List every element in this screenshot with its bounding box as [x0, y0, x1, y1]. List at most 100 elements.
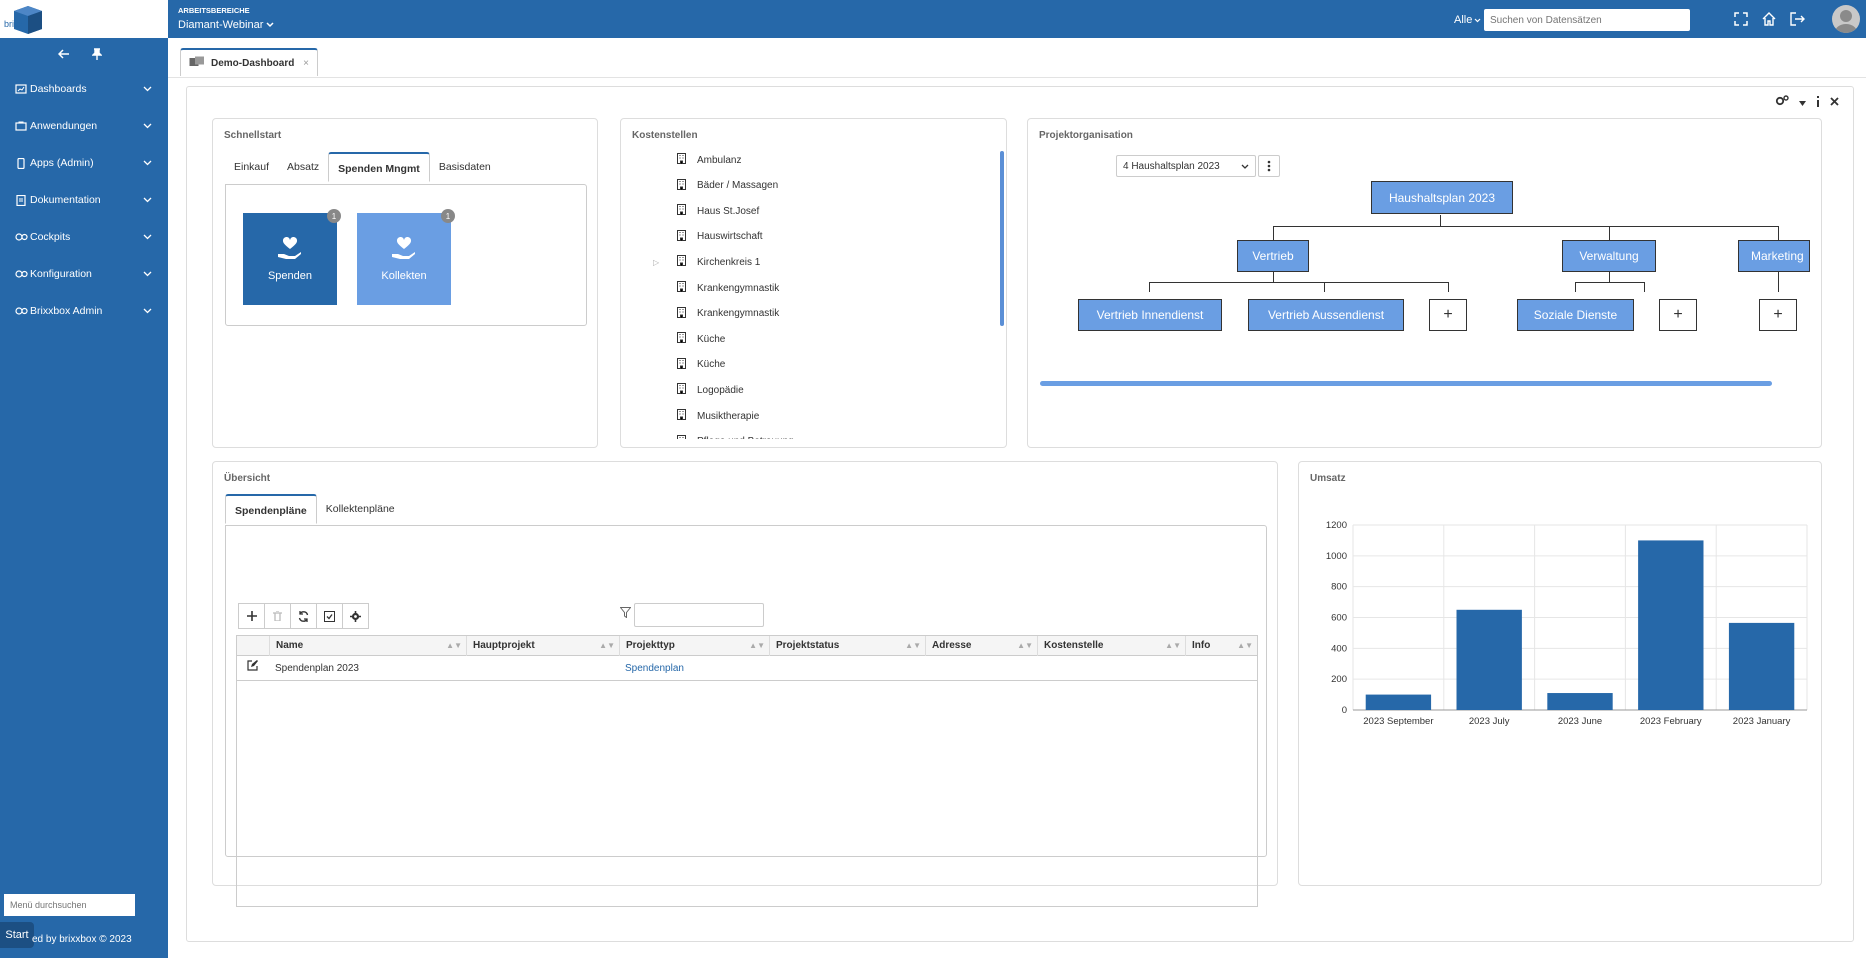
cell-info	[1185, 656, 1191, 681]
panel-title: Kostenstellen	[632, 130, 698, 141]
sidebar-item-dashboards[interactable]: Dashboards	[0, 74, 168, 104]
filter-input[interactable]	[634, 603, 764, 627]
org-node-verwaltung[interactable]: Verwaltung	[1562, 240, 1656, 272]
y-tick-label: 800	[1331, 582, 1347, 593]
building-icon	[677, 229, 686, 244]
cell-name: Spendenplan 2023	[275, 663, 359, 674]
collapse-arrow-icon[interactable]	[57, 48, 70, 63]
add-button[interactable]	[238, 603, 265, 629]
tree-item-label: Küche	[697, 359, 726, 371]
brixxbox-logo[interactable]: brixx	[4, 2, 56, 36]
sidebar-item-apps-admin[interactable]: Apps (Admin)	[0, 148, 168, 178]
y-tick-label: 1000	[1326, 551, 1347, 562]
data-grid: Name ▲▼ Hauptprojekt ▲▼ Projekttyp ▲▼ Proje…	[236, 635, 1258, 907]
close-icon[interactable]	[1830, 96, 1839, 109]
caret-down-icon[interactable]	[1799, 97, 1806, 109]
y-tick-label: 1200	[1326, 520, 1347, 531]
fullscreen-icon[interactable]	[1732, 11, 1750, 27]
start-button[interactable]: Start	[0, 922, 34, 948]
settings-gears-icon[interactable]	[1775, 95, 1789, 110]
chevron-down-icon	[266, 19, 274, 31]
tab-spendenplaene[interactable]: Spendenpläne	[225, 494, 317, 524]
table-row[interactable]: Spendenplan 2023 Spendenplan	[237, 656, 1257, 681]
mobile-icon	[14, 157, 28, 169]
user-avatar[interactable]	[1832, 5, 1860, 33]
bar[interactable]	[1638, 540, 1704, 710]
org-node-root[interactable]: Haushaltsplan 2023	[1371, 181, 1513, 214]
delete-button[interactable]	[264, 603, 291, 629]
column-header-kostenstelle[interactable]: Kostenstelle ▲▼	[1037, 636, 1185, 656]
column-header-info[interactable]: Info ▲▼	[1185, 636, 1257, 656]
bar[interactable]	[1365, 694, 1432, 710]
home-icon[interactable]	[1760, 11, 1778, 27]
chevron-down-icon	[143, 83, 152, 95]
umsatz-bar-chart: 0 200 400 600 800 1000 1200 2023 September 2023 …	[1326, 520, 1808, 727]
column-header-hauptprojekt[interactable]: Hauptprojekt ▲▼	[466, 636, 619, 656]
sidebar-item-dokumentation[interactable]: Dokumentation	[0, 185, 168, 215]
building-icon	[677, 383, 686, 397]
logout-icon[interactable]	[1788, 11, 1806, 27]
chevron-down-icon	[143, 194, 152, 206]
document-tab-bar: Demo-Dashboard ×	[168, 38, 1866, 78]
tab-absatz[interactable]: Absatz	[278, 152, 328, 182]
tile-label: Spenden	[267, 269, 313, 282]
tree-item-label: Musiktherapie	[697, 410, 760, 422]
add-node-button[interactable]: +	[1759, 299, 1797, 331]
column-header-projektstatus[interactable]: Projektstatus ▲▼	[769, 636, 925, 656]
sidebar-item-konfiguration[interactable]: Konfiguration	[0, 259, 168, 289]
sidebar-item-brixxbox-admin[interactable]: Brixxbox Admin	[0, 296, 168, 326]
column-header-adresse[interactable]: Adresse ▲▼	[925, 636, 1037, 656]
org-node-vertrieb-aussendienst[interactable]: Vertrieb Aussendienst	[1248, 299, 1404, 331]
add-node-button[interactable]: +	[1429, 299, 1467, 331]
tab-einkauf[interactable]: Einkauf	[225, 152, 278, 182]
panel-title: Schnellstart	[224, 130, 282, 141]
tile-spenden[interactable]: Spenden 1	[243, 209, 341, 305]
search-input[interactable]	[1484, 9, 1690, 31]
add-node-button[interactable]: +	[1659, 299, 1697, 331]
pin-icon[interactable]	[91, 48, 103, 63]
tab-spenden-mngmt[interactable]: Spenden Mngmt	[328, 152, 430, 182]
bar[interactable]	[1728, 622, 1795, 710]
bar[interactable]	[1547, 693, 1613, 710]
select-all-button[interactable]	[316, 603, 343, 629]
settings-button[interactable]	[342, 603, 369, 629]
org-node-vertrieb[interactable]: Vertrieb	[1237, 240, 1309, 272]
tile-kollekten[interactable]: Kollekten 1	[357, 209, 455, 305]
bar[interactable]	[1456, 609, 1522, 710]
refresh-button[interactable]	[290, 603, 317, 629]
building-icon	[677, 178, 686, 193]
tab-kollektenplaene[interactable]: Kollektenpläne	[317, 494, 404, 524]
expand-arrow-icon[interactable]: ▷	[653, 258, 659, 267]
menu-search-input[interactable]	[4, 894, 135, 916]
column-header-name[interactable]: Name ▲▼	[269, 636, 466, 656]
uebersicht-tabs: Spendenpläne Kollektenpläne	[225, 494, 404, 524]
tab-demo-dashboard[interactable]: Demo-Dashboard ×	[180, 48, 318, 76]
close-tab-icon[interactable]: ×	[303, 58, 309, 69]
schnellstart-tabs: Einkauf Absatz Spenden Mngmt Basisdaten	[225, 152, 500, 182]
more-options-button[interactable]	[1258, 155, 1280, 177]
panel-uebersicht: Übersicht Spendenpläne Kollektenpläne Na…	[212, 461, 1278, 907]
workspace-selector[interactable]: Diamant-Webinar	[178, 19, 274, 31]
cell-projekttyp[interactable]: Spendenplan	[619, 656, 684, 681]
horizontal-scrollbar[interactable]	[1040, 381, 1772, 386]
chevron-down-icon	[143, 305, 152, 317]
sidebar-item-cockpits[interactable]: Cockpits	[0, 222, 168, 252]
org-node-marketing[interactable]: Marketing	[1738, 240, 1810, 272]
tab-basisdaten[interactable]: Basisdaten	[430, 152, 500, 182]
tab-label: Demo-Dashboard	[211, 57, 295, 69]
edit-icon[interactable]	[241, 656, 258, 681]
tree-item-label: Ambulanz	[697, 154, 742, 166]
sidebar-item-anwendungen[interactable]: Anwendungen	[0, 111, 168, 141]
chevron-down-icon	[143, 231, 152, 243]
org-node-vertrieb-innendienst[interactable]: Vertrieb Innendienst	[1078, 299, 1222, 331]
org-node-soziale-dienste[interactable]: Soziale Dienste	[1517, 299, 1634, 331]
column-header-projekttyp[interactable]: Projekttyp ▲▼	[619, 636, 769, 656]
building-icon	[677, 409, 686, 423]
tile-label: Kollekten	[381, 269, 427, 282]
haushaltsplan-select[interactable]: 4 Haushaltsplan 2023	[1116, 155, 1256, 177]
x-tick-label: 2023 July	[1469, 716, 1510, 727]
search-scope-dropdown[interactable]: Alle	[1454, 14, 1481, 26]
scrollbar[interactable]	[1000, 151, 1004, 326]
info-icon[interactable]	[1816, 95, 1820, 110]
plus-icon	[246, 611, 257, 621]
